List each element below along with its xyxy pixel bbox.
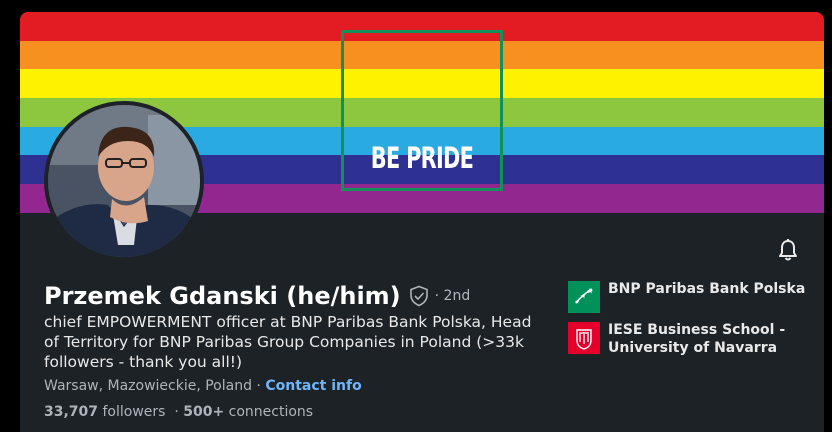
connections-count: 500+ xyxy=(183,404,225,420)
connections-link[interactable]: 500+ connections xyxy=(183,404,313,420)
followers-label: followers xyxy=(98,404,166,420)
profile-card: BE PRIDE Przemek Gdanski (he/him) · 2nd … xyxy=(20,12,824,432)
location-row: Warsaw, Mazowieckie, Poland · Contact in… xyxy=(44,378,362,394)
notification-bell-button[interactable] xyxy=(776,238,800,262)
banner-text: BE PRIDE xyxy=(370,141,474,175)
bnp-stars-icon xyxy=(568,281,600,313)
followers-link[interactable]: 33,707 followers xyxy=(44,404,165,420)
separator: · xyxy=(251,378,266,394)
followers-count: 33,707 xyxy=(44,404,99,420)
org-name: IESE Business School - University of Nav… xyxy=(608,322,786,356)
contact-info-link[interactable]: Contact info xyxy=(265,378,361,394)
profile-location: Warsaw, Mazowieckie, Poland xyxy=(44,378,252,394)
connections-label: connections xyxy=(224,404,314,420)
avatar-photo xyxy=(48,105,200,257)
bell-icon xyxy=(779,239,797,261)
profile-headline: chief EMPOWERMENT officer at BNP Paribas… xyxy=(44,313,532,371)
organizations-list: BNP Paribas Bank Polska IESE Business Sc… xyxy=(568,280,808,365)
profile-name: Przemek Gdanski (he/him) xyxy=(44,282,401,310)
org-item-iese[interactable]: IESE Business School - University of Nav… xyxy=(568,321,808,357)
connection-degree: · 2nd xyxy=(434,288,471,304)
org-name: BNP Paribas Bank Polska xyxy=(608,281,806,297)
network-row: 33,707 followers · 500+ connections xyxy=(44,404,313,420)
shield-check-icon[interactable] xyxy=(409,285,429,307)
name-row: Przemek Gdanski (he/him) · 2nd xyxy=(44,282,470,310)
banner-frame: BE PRIDE xyxy=(341,30,503,191)
org-item-bnp[interactable]: BNP Paribas Bank Polska xyxy=(568,280,808,313)
separator: · xyxy=(165,404,184,420)
iese-crest-icon xyxy=(568,322,600,354)
profile-avatar[interactable] xyxy=(44,101,204,261)
